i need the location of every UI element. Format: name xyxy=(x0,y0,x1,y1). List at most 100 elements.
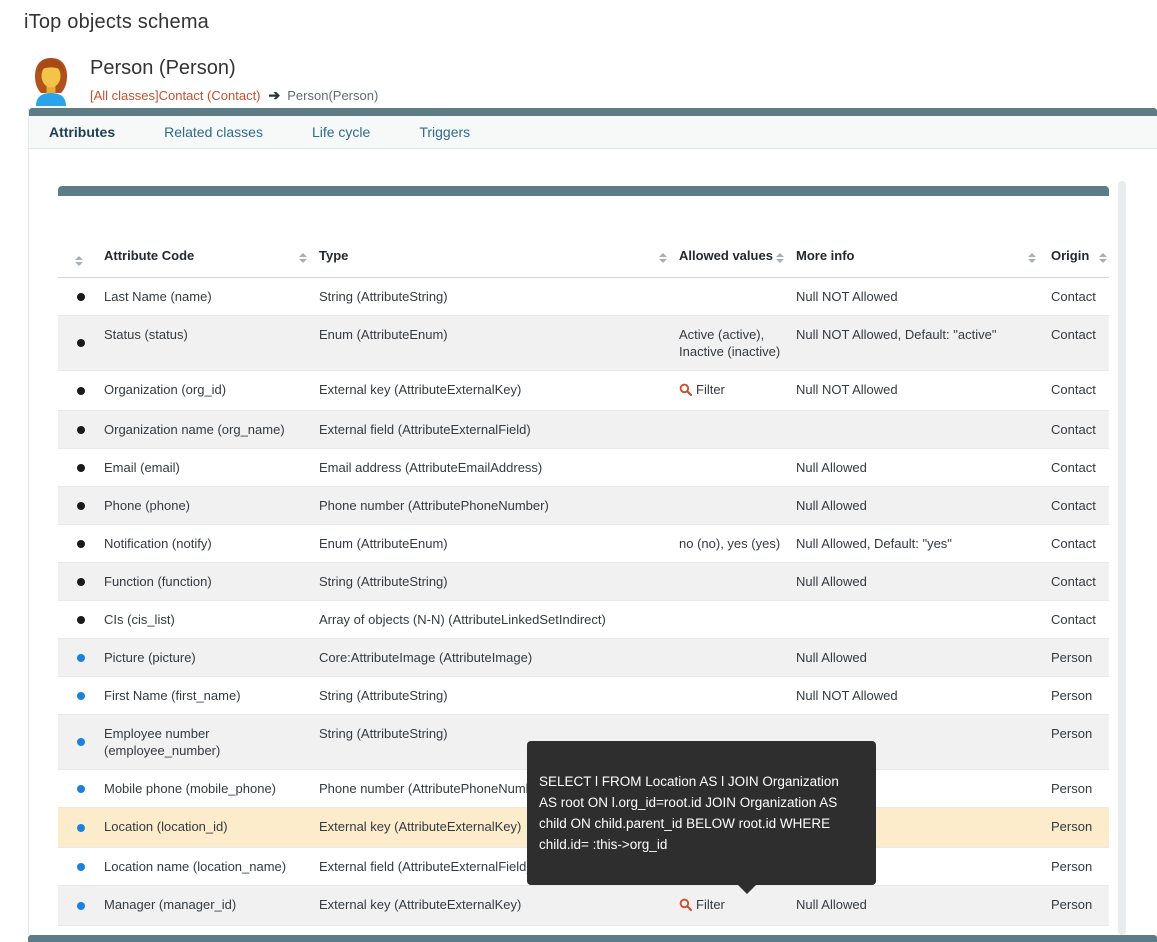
breadcrumb-current: Person(Person) xyxy=(287,88,378,103)
table-header-row: Attribute Code Type Allowed values More … xyxy=(58,196,1109,278)
table-row[interactable]: Organization name (org_name) External fi… xyxy=(58,411,1109,449)
cell-attribute-code: Location (location_id) xyxy=(104,808,319,847)
table-row[interactable]: Function (function) String (AttributeStr… xyxy=(58,563,1109,601)
column-header-more-info[interactable]: More info xyxy=(796,248,1048,263)
origin-bullet-icon xyxy=(77,738,85,746)
cell-attribute-code: Location name (location_name) xyxy=(104,848,319,885)
tab-triggers[interactable]: Triggers xyxy=(419,124,470,140)
cell-attribute-code: Manager (manager_id) xyxy=(104,886,319,925)
person-avatar-icon xyxy=(28,56,74,106)
column-header-bullet[interactable] xyxy=(58,251,104,266)
cell-origin: Person xyxy=(1048,808,1109,847)
cell-more-info: Null NOT Allowed xyxy=(796,278,1048,315)
table-row[interactable]: Notification (notify) Enum (AttributeEnu… xyxy=(58,525,1109,563)
cell-type: Enum (AttributeEnum) xyxy=(319,525,679,562)
column-header-allowed-values[interactable]: Allowed values xyxy=(679,248,796,263)
cell-allowed-values: no (no), yes (yes) xyxy=(679,525,796,562)
cell-attribute-code: CIs (cis_list) xyxy=(104,601,319,638)
cell-origin: Contact xyxy=(1048,449,1109,486)
cell-bullet xyxy=(58,770,104,807)
cell-origin: Person xyxy=(1048,639,1109,676)
cell-origin: Contact xyxy=(1048,525,1109,562)
tab-related-classes[interactable]: Related classes xyxy=(164,124,263,140)
cell-bullet xyxy=(58,886,104,925)
table-row[interactable]: Last Name (name) String (AttributeString… xyxy=(58,278,1109,316)
column-header-type[interactable]: Type xyxy=(319,248,679,263)
cell-more-info xyxy=(796,601,1048,638)
table-row[interactable]: CIs (cis_list) Array of objects (N-N) (A… xyxy=(58,601,1109,639)
cell-allowed-values: Filter xyxy=(679,371,796,410)
table-row[interactable]: First Name (first_name) String (Attribut… xyxy=(58,677,1109,715)
cell-bullet xyxy=(58,715,104,769)
cell-bullet xyxy=(58,601,104,638)
cell-type: Array of objects (N-N) (AttributeLinkedS… xyxy=(319,601,679,638)
cell-attribute-code: Function (function) xyxy=(104,563,319,600)
breadcrumb-parent-link[interactable]: Contact (Contact) xyxy=(159,88,261,103)
sort-icon xyxy=(776,253,784,263)
filter-label: Filter xyxy=(696,896,725,913)
cell-bullet xyxy=(58,848,104,885)
cell-attribute-code: Status (status) xyxy=(104,316,319,370)
cell-more-info: Null Allowed xyxy=(796,639,1048,676)
vertical-scrollbar[interactable] xyxy=(1118,181,1126,935)
cell-allowed-values xyxy=(679,411,796,448)
cell-more-info: Null Allowed xyxy=(796,487,1048,524)
oql-filter-tooltip: SELECT l FROM Location AS l JOIN Organiz… xyxy=(527,741,876,885)
cell-more-info: Null Allowed xyxy=(796,449,1048,486)
origin-bullet-icon xyxy=(77,426,85,434)
breadcrumb-all-classes-link[interactable]: [All classes] xyxy=(90,88,159,103)
origin-bullet-icon xyxy=(77,824,85,832)
allowed-values-text: Active (active), Inactive (inactive) xyxy=(679,327,780,359)
tab-panel-top-bar xyxy=(29,108,1157,116)
cell-type: External key (AttributeExternalKey) xyxy=(319,886,679,925)
cell-origin: Contact xyxy=(1048,601,1109,638)
tab-attributes[interactable]: Attributes xyxy=(49,124,115,140)
cell-allowed-values xyxy=(679,639,796,676)
cell-type: Email address (AttributeEmailAddress) xyxy=(319,449,679,486)
cell-attribute-code: Picture (picture) xyxy=(104,639,319,676)
origin-bullet-icon xyxy=(77,540,85,548)
cell-type: Core:AttributeImage (AttributeImage) xyxy=(319,639,679,676)
cell-origin: Person xyxy=(1048,848,1109,885)
cell-allowed-values xyxy=(679,601,796,638)
cell-allowed-values: Active (active), Inactive (inactive) xyxy=(679,316,796,370)
cell-bullet xyxy=(58,808,104,847)
cell-origin: Contact xyxy=(1048,563,1109,600)
origin-bullet-icon xyxy=(77,692,85,700)
cell-attribute-code: First Name (first_name) xyxy=(104,677,319,714)
table-row[interactable]: Status (status) Enum (AttributeEnum) Act… xyxy=(58,316,1109,371)
tab-life-cycle[interactable]: Life cycle xyxy=(312,124,370,140)
arrow-right-icon: ➔ xyxy=(269,87,281,104)
cell-bullet xyxy=(58,278,104,315)
cell-attribute-code: Last Name (name) xyxy=(104,278,319,315)
table-row[interactable]: Manager (manager_id) External key (Attri… xyxy=(58,886,1109,926)
page-title: iTop objects schema xyxy=(24,11,209,34)
column-header-origin[interactable]: Origin xyxy=(1048,248,1109,263)
table-row[interactable]: Phone (phone) Phone number (AttributePho… xyxy=(58,487,1109,525)
table-row[interactable]: Email (email) Email address (AttributeEm… xyxy=(58,449,1109,487)
cell-more-info: Null NOT Allowed xyxy=(796,371,1048,410)
table-row[interactable]: Organization (org_id) External key (Attr… xyxy=(58,371,1109,411)
origin-bullet-icon xyxy=(77,293,85,301)
cell-origin: Person xyxy=(1048,770,1109,807)
filter-link[interactable]: Filter xyxy=(679,381,725,398)
tab-bar: Attributes Related classes Life cycle Tr… xyxy=(29,116,1157,149)
table-row[interactable]: Picture (picture) Core:AttributeImage (A… xyxy=(58,639,1109,677)
class-title: Person (Person) xyxy=(90,57,378,80)
cell-bullet xyxy=(58,563,104,600)
column-header-attribute-code[interactable]: Attribute Code xyxy=(104,248,319,263)
cell-more-info: Null Allowed xyxy=(796,563,1048,600)
cell-attribute-code: Mobile phone (mobile_phone) xyxy=(104,770,319,807)
sort-icon xyxy=(75,256,83,266)
origin-bullet-icon xyxy=(77,387,85,395)
cell-bullet xyxy=(58,487,104,524)
cell-bullet xyxy=(58,639,104,676)
tooltip-caret-icon xyxy=(738,885,756,894)
cell-type: External field (AttributeExternalField) xyxy=(319,411,679,448)
cell-more-info: Null Allowed, Default: "yes" xyxy=(796,525,1048,562)
breadcrumb: [All classes] Contact (Contact) ➔ Person… xyxy=(90,87,378,104)
origin-bullet-icon xyxy=(77,339,85,347)
cell-attribute-code: Organization (org_id) xyxy=(104,371,319,410)
filter-link[interactable]: Filter xyxy=(679,896,725,913)
sort-icon xyxy=(1028,253,1036,263)
